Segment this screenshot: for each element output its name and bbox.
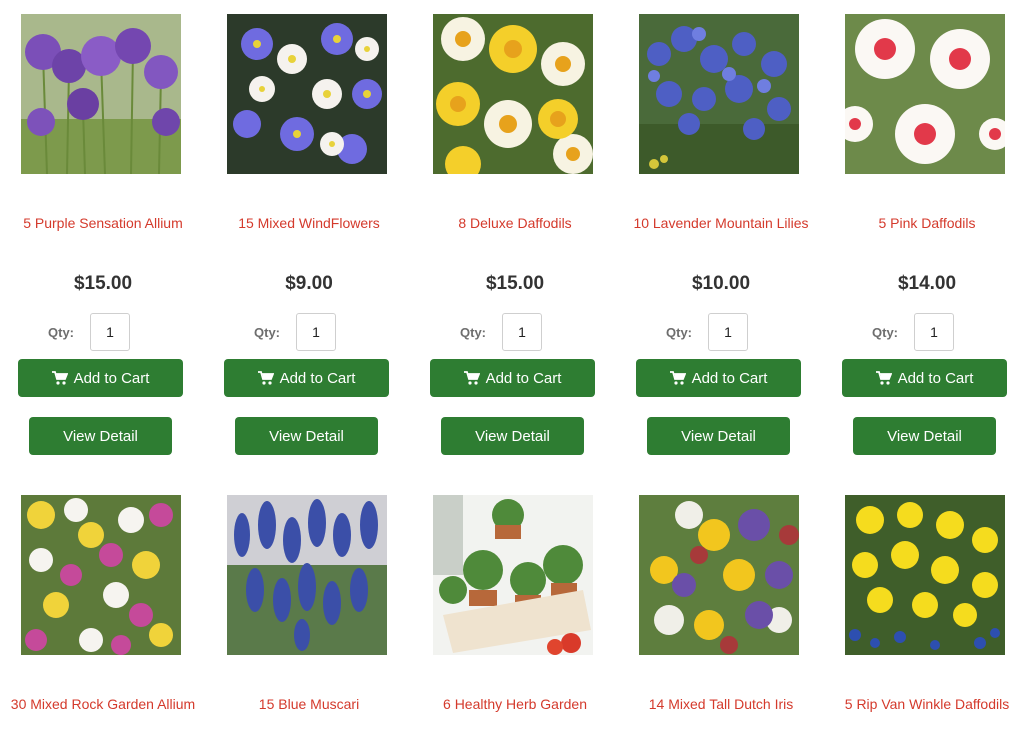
product-image-rip-van-winkle[interactable] bbox=[845, 495, 1005, 655]
view-detail-label: View Detail bbox=[475, 427, 550, 445]
product-price: $15.00 bbox=[73, 273, 133, 294]
product-price: $15.00 bbox=[485, 273, 545, 294]
view-detail-button[interactable]: View Detail bbox=[853, 417, 996, 455]
product-image-purple-allium[interactable] bbox=[21, 14, 181, 174]
add-to-cart-button[interactable]: Add to Cart bbox=[430, 359, 595, 397]
product-name-link[interactable]: 15 Blue Muscari bbox=[214, 695, 404, 714]
qty-label: Qty: bbox=[48, 325, 74, 340]
product-image-pink-daffodils[interactable] bbox=[845, 14, 1005, 174]
add-to-cart-label: Add to Cart bbox=[897, 369, 974, 387]
product-name-link[interactable]: 30 Mixed Rock Garden Allium bbox=[8, 695, 198, 714]
product-image-blue-muscari[interactable] bbox=[227, 495, 387, 655]
product-price: $9.00 bbox=[285, 273, 333, 294]
view-detail-button[interactable]: View Detail bbox=[647, 417, 790, 455]
add-to-cart-label: Add to Cart bbox=[73, 369, 150, 387]
view-detail-label: View Detail bbox=[887, 427, 962, 445]
qty-label: Qty: bbox=[872, 325, 898, 340]
product-price: $10.00 bbox=[691, 273, 751, 294]
shopping-cart-icon bbox=[51, 371, 68, 385]
product-image-deluxe-daffodils[interactable] bbox=[433, 14, 593, 174]
product-name-link[interactable]: 5 Rip Van Winkle Daffodils bbox=[832, 695, 1022, 714]
qty-label: Qty: bbox=[254, 325, 280, 340]
view-detail-button[interactable]: View Detail bbox=[29, 417, 172, 455]
view-detail-label: View Detail bbox=[681, 427, 756, 445]
quantity-input[interactable] bbox=[708, 313, 748, 351]
add-to-cart-label: Add to Cart bbox=[279, 369, 356, 387]
add-to-cart-button[interactable]: Add to Cart bbox=[224, 359, 389, 397]
view-detail-button[interactable]: View Detail bbox=[235, 417, 378, 455]
product-image-rock-garden-allium[interactable] bbox=[21, 495, 181, 655]
shopping-cart-icon bbox=[463, 371, 480, 385]
add-to-cart-button[interactable]: Add to Cart bbox=[636, 359, 801, 397]
qty-label: Qty: bbox=[666, 325, 692, 340]
product-grid: 5 Purple Sensation Allium $15.00 Qty: Ad… bbox=[0, 0, 1024, 735]
add-to-cart-button[interactable]: Add to Cart bbox=[18, 359, 183, 397]
product-image-dutch-iris[interactable] bbox=[639, 495, 799, 655]
product-price: $14.00 bbox=[897, 273, 957, 294]
shopping-cart-icon bbox=[875, 371, 892, 385]
product-image-windflowers[interactable] bbox=[227, 14, 387, 174]
product-image-herb-garden[interactable] bbox=[433, 495, 593, 655]
add-to-cart-button[interactable]: Add to Cart bbox=[842, 359, 1007, 397]
add-to-cart-label: Add to Cart bbox=[691, 369, 768, 387]
product-name-link[interactable]: 8 Deluxe Daffodils bbox=[420, 214, 610, 233]
add-to-cart-label: Add to Cart bbox=[485, 369, 562, 387]
qty-label: Qty: bbox=[460, 325, 486, 340]
quantity-input[interactable] bbox=[90, 313, 130, 351]
product-name-link[interactable]: 6 Healthy Herb Garden bbox=[420, 695, 610, 714]
product-name-link[interactable]: 10 Lavender Mountain Lilies bbox=[626, 214, 816, 233]
product-image-lavender-lilies[interactable] bbox=[639, 14, 799, 174]
shopping-cart-icon bbox=[669, 371, 686, 385]
view-detail-label: View Detail bbox=[63, 427, 138, 445]
quantity-input[interactable] bbox=[502, 313, 542, 351]
product-name-link[interactable]: 5 Purple Sensation Allium bbox=[8, 214, 198, 233]
product-name-link[interactable]: 15 Mixed WindFlowers bbox=[214, 214, 404, 233]
view-detail-button[interactable]: View Detail bbox=[441, 417, 584, 455]
shopping-cart-icon bbox=[257, 371, 274, 385]
product-name-link[interactable]: 5 Pink Daffodils bbox=[832, 214, 1022, 233]
product-name-link[interactable]: 14 Mixed Tall Dutch Iris bbox=[626, 695, 816, 714]
quantity-input[interactable] bbox=[914, 313, 954, 351]
view-detail-label: View Detail bbox=[269, 427, 344, 445]
quantity-input[interactable] bbox=[296, 313, 336, 351]
